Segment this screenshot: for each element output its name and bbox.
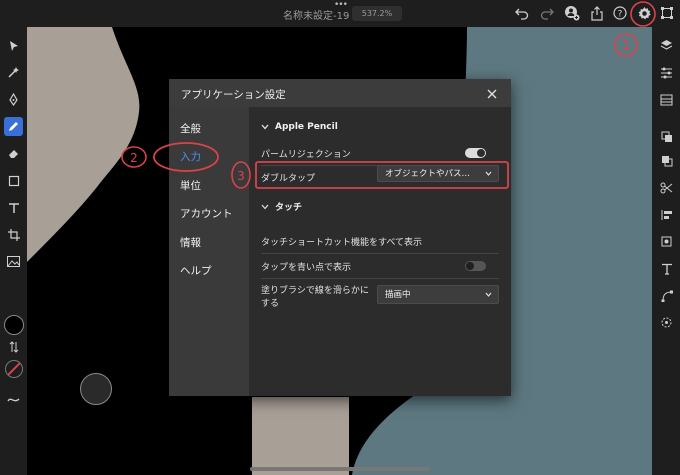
annotation-number-3: 3 xyxy=(237,169,245,183)
annotation-layer: 1 2 3 xyxy=(121,1,656,189)
annotation-circle-input-nav xyxy=(153,142,219,172)
annotation-number-1: 1 xyxy=(622,39,630,54)
annotation-box-double-tap xyxy=(255,161,509,189)
annotation-circle-settings xyxy=(630,1,656,27)
annotation-number-2: 2 xyxy=(130,151,138,165)
